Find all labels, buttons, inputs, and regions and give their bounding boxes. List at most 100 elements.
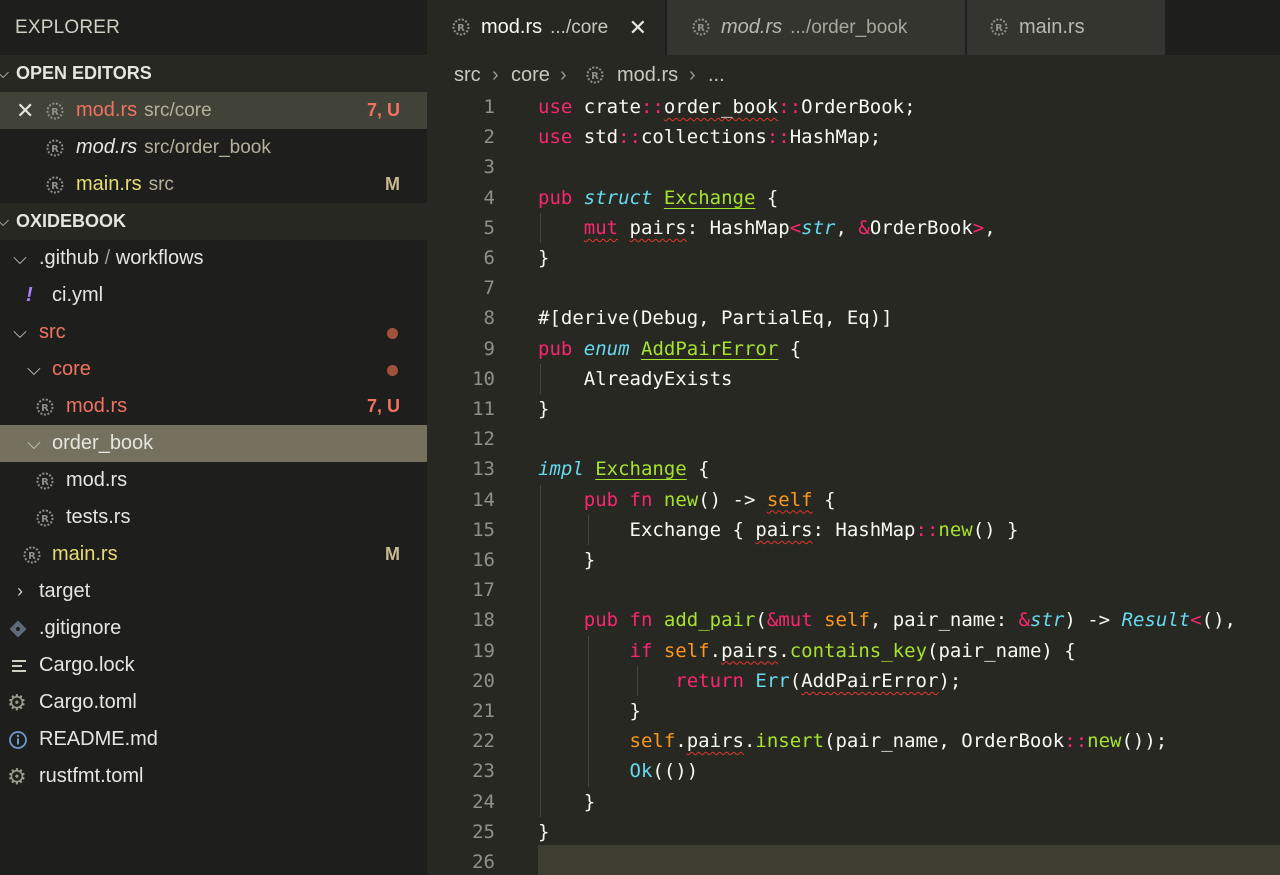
line-number: 21: [472, 700, 495, 722]
open-editor-name: main.rs: [76, 173, 142, 195]
tab-main-rs[interactable]: R main.rs: [967, 0, 1165, 55]
line-number: 12: [472, 428, 495, 451]
line-number: 1: [483, 96, 495, 118]
svg-text:R: R: [41, 514, 49, 525]
tree-folder-github[interactable]: ⌵ .github / workflows: [0, 240, 427, 277]
line-number: 7: [483, 277, 495, 300]
svg-text:R: R: [41, 403, 49, 414]
rust-file-icon: R: [36, 472, 54, 490]
line-number: 13: [472, 458, 495, 481]
chevron-down-icon: ⌵: [27, 359, 41, 379]
code-editor[interactable]: 1 use crate::order_book::OrderBook;2 use s…: [427, 92, 1280, 875]
open-editor-item[interactable]: ✕ R mod.rs src/core 7, U: [0, 92, 427, 129]
line-number: 5: [483, 216, 495, 239]
svg-text:R: R: [51, 144, 59, 155]
current-line-highlight: [538, 845, 1280, 875]
code-line: use crate::order_book::OrderBook;: [538, 96, 916, 118]
code-line: mut pairs: HashMap<str, &OrderBook>,: [583, 216, 996, 239]
line-number: 17: [472, 579, 495, 602]
line-number: 22: [472, 730, 495, 753]
rust-file-icon: R: [46, 176, 64, 194]
svg-text:R: R: [591, 71, 599, 82]
code-line: }: [538, 398, 550, 420]
code-line: return Err(AddPairError);: [675, 669, 962, 692]
folder-name: core: [52, 358, 91, 380]
code-line: #[derive(Debug, PartialEq, Eq)]: [538, 307, 893, 330]
tree-file-cargo-toml[interactable]: ⚙ Cargo.toml: [0, 684, 427, 721]
open-editor-name: mod.rs: [76, 136, 138, 158]
chevron-down-icon: ⌵: [13, 248, 27, 268]
tab-label: main.rs: [1019, 16, 1085, 38]
rust-file-icon: R: [692, 18, 710, 36]
code-line: pub fn new() -> self {: [583, 488, 836, 511]
svg-text:R: R: [51, 107, 59, 118]
line-number: 23: [472, 760, 495, 783]
tree-file-core-mod-rs[interactable]: R mod.rs 7, U: [0, 388, 427, 425]
folder-name: order_book: [52, 432, 154, 454]
tab-description: .../order_book: [790, 17, 908, 38]
open-editor-item[interactable]: R mod.rs src/order_book: [0, 129, 427, 166]
lines-file-icon: [12, 660, 26, 672]
line-number: 10: [472, 367, 495, 390]
code-line: use std::collections::HashMap;: [538, 126, 882, 149]
file-name: rustfmt.toml: [39, 765, 144, 787]
tree-folder-src[interactable]: ⌵ src: [0, 314, 427, 351]
tree-file-order-book-mod-rs[interactable]: R mod.rs: [0, 462, 427, 499]
tab-order-book-mod-rs[interactable]: R mod.rs .../order_book: [667, 0, 965, 55]
modified-dot: [387, 328, 398, 339]
tree-folder-order-book[interactable]: ⌵ order_book: [0, 425, 427, 462]
open-editor-item[interactable]: R main.rs src M: [0, 166, 427, 203]
chevron-right-icon: ›: [689, 64, 696, 86]
chevron-right-icon: ›: [17, 581, 23, 601]
line-number: 8: [483, 307, 495, 330]
rust-file-icon: R: [46, 139, 64, 157]
open-editors-section-header[interactable]: ⌵ OPEN EDITORS: [0, 55, 427, 92]
project-section-header[interactable]: ⌵ OXIDEBOOK: [0, 203, 427, 240]
tab-core-mod-rs[interactable]: R mod.rs .../core ✕: [427, 0, 665, 55]
tree-file-cargo-lock[interactable]: Cargo.lock: [0, 647, 427, 684]
line-number: 2: [483, 126, 495, 149]
path-separator: /: [104, 247, 111, 269]
tab-label: mod.rs: [481, 16, 543, 38]
breadcrumb: src › core › R mod.rs › ...: [427, 55, 1280, 95]
tree-folder-core[interactable]: ⌵ core: [0, 351, 427, 388]
close-icon[interactable]: ✕: [16, 92, 34, 129]
folder-name: workflows: [115, 247, 204, 269]
file-name: README.md: [39, 728, 158, 750]
code-line: self.pairs.insert(pair_name, OrderBook::…: [629, 730, 1168, 753]
tree-folder-target[interactable]: › target: [0, 573, 427, 610]
tree-file-ci-yml[interactable]: ! ci.yml: [0, 277, 427, 314]
breadcrumb-item[interactable]: src: [454, 55, 481, 95]
file-name: mod.rs: [66, 395, 128, 417]
file-name: tests.rs: [66, 506, 131, 528]
tree-file-gitignore[interactable]: .gitignore: [0, 610, 427, 647]
line-number: 16: [472, 549, 495, 571]
tree-file-tests-rs[interactable]: R tests.rs: [0, 499, 427, 536]
svg-text:R: R: [51, 181, 59, 192]
line-number: 14: [472, 488, 495, 511]
explorer-sidebar: EXPLORER ⌵ OPEN EDITORS ✕ R mod.rs src/co…: [0, 0, 427, 875]
tree-file-main-rs[interactable]: R main.rs M: [0, 536, 427, 573]
line-number: 24: [472, 790, 495, 813]
code-line: }: [538, 247, 550, 269]
project-label: OXIDEBOOK: [16, 211, 127, 231]
close-icon[interactable]: ✕: [629, 0, 647, 55]
chevron-down-icon: ⌵: [0, 65, 10, 82]
breadcrumb-item[interactable]: mod.rs: [617, 55, 678, 95]
open-editor-path: src/core: [144, 100, 212, 121]
tree-file-rustfmt[interactable]: ⚙ rustfmt.toml: [0, 758, 427, 795]
info-icon: [9, 731, 27, 749]
explorer-title: EXPLORER: [15, 17, 121, 38]
tree-file-readme[interactable]: README.md: [0, 721, 427, 758]
open-editor-path: src: [148, 174, 174, 195]
folder-name: target: [39, 580, 91, 602]
line-number: 3: [483, 156, 495, 179]
breadcrumb-item[interactable]: ...: [708, 55, 725, 95]
rust-file-icon: R: [36, 509, 54, 527]
code-line: }: [538, 790, 596, 813]
breadcrumb-item[interactable]: core: [511, 55, 550, 95]
line-number: 18: [472, 609, 495, 632]
file-name: .gitignore: [39, 617, 122, 639]
rust-file-icon: R: [46, 102, 64, 120]
git-file-icon: [9, 620, 27, 638]
